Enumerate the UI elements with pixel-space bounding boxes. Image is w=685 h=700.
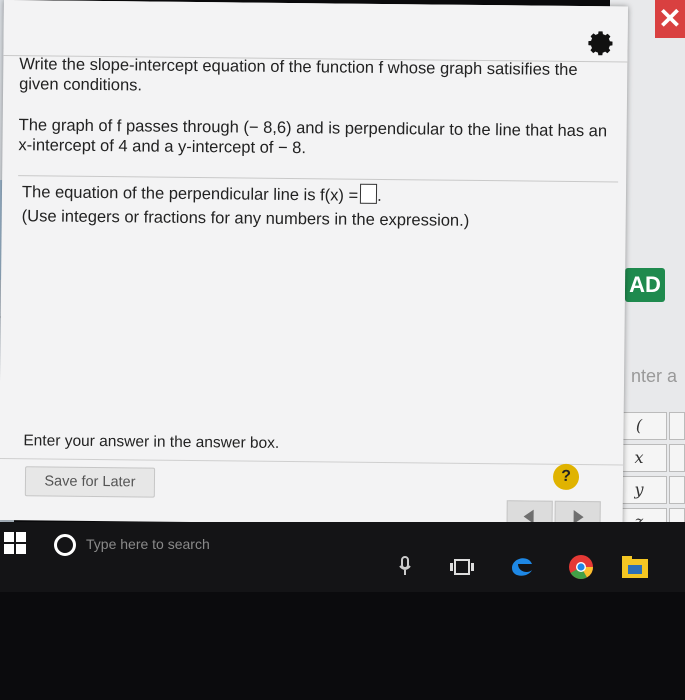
question-conditions: The graph of f passes through (− 8,6) an…: [18, 116, 608, 158]
gear-icon[interactable]: [583, 26, 617, 60]
taskbar-search[interactable]: Type here to search: [86, 536, 210, 552]
key-partial[interactable]: [669, 444, 685, 472]
task-view-icon[interactable]: [450, 558, 474, 576]
ad-badge: AD: [625, 268, 665, 302]
cortana-icon[interactable]: [54, 534, 76, 556]
key-partial[interactable]: [669, 412, 685, 440]
key-partial[interactable]: [669, 476, 685, 504]
close-icon[interactable]: ✕: [655, 0, 685, 38]
equation-label: The equation of the perpendicular line i…: [21, 183, 359, 205]
taskbar: Type here to search: [0, 522, 685, 592]
answer-input[interactable]: [360, 183, 378, 204]
divider: [0, 457, 624, 466]
file-explorer-icon[interactable]: [622, 556, 648, 578]
dialog-header: [3, 0, 628, 63]
equation-block: The equation of the perpendicular line i…: [22, 180, 612, 234]
question-dialog: Write the slope-intercept equation of th…: [0, 0, 628, 534]
help-button[interactable]: ?: [552, 463, 580, 491]
edge-browser-icon[interactable]: [508, 552, 536, 580]
question-prompt: Write the slope-intercept equation of th…: [19, 55, 578, 95]
windows-start-icon[interactable]: [4, 532, 26, 554]
equation-suffix: .: [377, 186, 382, 205]
instruction-text: Enter your answer in the answer box.: [23, 432, 280, 452]
chrome-browser-icon[interactable]: [568, 554, 594, 580]
save-for-later-button[interactable]: Save for Later: [24, 466, 156, 498]
enter-answer-label: nter a: [630, 366, 677, 386]
microphone-icon[interactable]: [398, 556, 412, 576]
answer-hint: (Use integers or fractions for any numbe…: [21, 207, 470, 230]
